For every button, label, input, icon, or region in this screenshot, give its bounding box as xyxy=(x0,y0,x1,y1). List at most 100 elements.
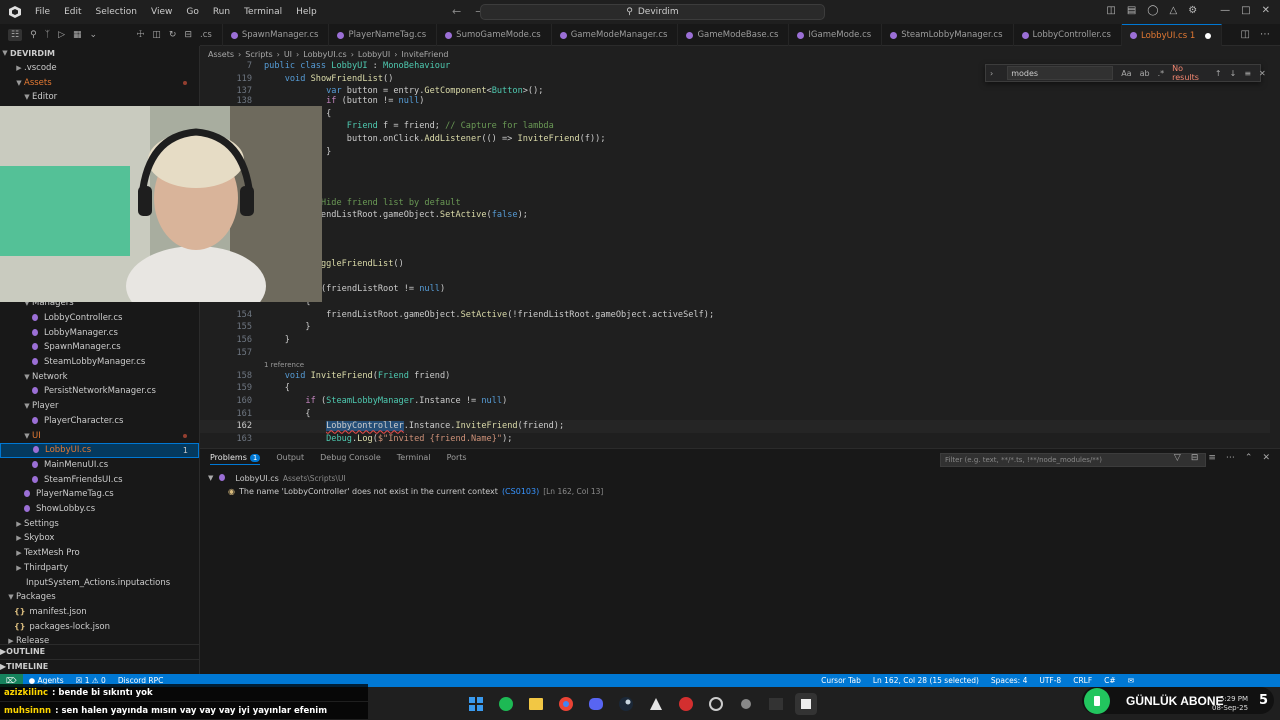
breadcrumb-item[interactable]: Scripts xyxy=(245,50,272,59)
find-input[interactable] xyxy=(1007,66,1114,80)
close-find-icon[interactable]: ✕ xyxy=(1259,69,1266,78)
gear-icon[interactable]: ⚙ xyxy=(1188,5,1197,16)
problem-code-link[interactable]: (CS0103) xyxy=(502,487,539,496)
copilot-icon[interactable]: ◯ xyxy=(1147,5,1158,16)
editor-tab[interactable]: IGameMode.cs xyxy=(789,24,883,46)
minimize-icon[interactable]: — xyxy=(1220,5,1230,16)
tab-terminal[interactable]: Terminal xyxy=(397,453,431,465)
close-panel-icon[interactable]: ✕ xyxy=(1262,453,1270,463)
breadcrumb-item[interactable]: UI xyxy=(284,50,292,59)
menu-run[interactable]: Run xyxy=(206,0,237,24)
tree-file[interactable]: {} manifest.json xyxy=(0,605,199,620)
file-explorer-icon[interactable] xyxy=(525,693,547,715)
editor-tab[interactable]: .cs xyxy=(200,24,223,46)
windows-start-icon[interactable] xyxy=(465,693,487,715)
breadcrumb-item[interactable]: LobbyUI.cs xyxy=(303,50,346,59)
tab-output[interactable]: Output xyxy=(276,453,304,465)
lightbulb-icon[interactable]: ◉ xyxy=(228,487,235,496)
tree-folder[interactable]: ▼ Player xyxy=(0,399,199,414)
github-icon[interactable] xyxy=(705,693,727,715)
cursor-app-icon[interactable] xyxy=(795,693,817,715)
discord-icon[interactable] xyxy=(585,693,607,715)
editor-tab[interactable]: GameModeBase.cs xyxy=(678,24,790,46)
collapse-all-icon[interactable]: ⊟ xyxy=(1191,453,1199,463)
maximize-icon[interactable]: □ xyxy=(1241,5,1250,16)
steam-icon[interactable] xyxy=(615,693,637,715)
back-arrow-icon[interactable]: ← xyxy=(452,5,461,18)
tree-file[interactable]: PlayerNameTag.cs xyxy=(0,487,199,502)
collapse-all-icon[interactable]: ⊟ xyxy=(184,30,192,40)
close-icon[interactable]: ✕ xyxy=(1262,5,1270,16)
tree-folder[interactable]: ▼ Packages xyxy=(0,590,199,605)
tree-file[interactable]: LobbyManager.cs xyxy=(0,325,199,340)
code-line[interactable]: 138 if (button != null) xyxy=(200,95,1270,108)
menu-view[interactable]: View xyxy=(144,0,179,24)
search-view-icon[interactable]: ⚲ xyxy=(30,30,37,40)
find-in-selection-icon[interactable]: ≡ xyxy=(1244,69,1251,78)
editor-tab[interactable]: LobbyUI.cs 1 xyxy=(1122,24,1223,46)
problem-file-row[interactable]: ▼ LobbyUI.cs Assets\Scripts\UI xyxy=(208,473,346,483)
indentation[interactable]: Spaces: 4 xyxy=(985,676,1033,685)
extensions-icon[interactable]: ▦ xyxy=(73,30,82,40)
tree-file[interactable]: SpawnManager.cs xyxy=(0,340,199,355)
tree-folder[interactable]: ▶ Skybox xyxy=(0,531,199,546)
code-line[interactable]: 139 { xyxy=(200,108,1270,121)
problems-filter-input[interactable]: Filter (e.g. text, **/*.ts, !**/node_mod… xyxy=(940,453,1206,467)
code-line[interactable]: 155 } xyxy=(200,321,1270,334)
code-line[interactable]: 161 { xyxy=(200,408,1270,421)
new-folder-icon[interactable]: ◫ xyxy=(152,30,161,40)
cursor-tab-item[interactable]: Cursor Tab xyxy=(815,676,867,685)
editor-tab[interactable]: SumoGameMode.cs xyxy=(437,24,552,46)
system-clock[interactable]: 5:29 PM 08-Sep-25 xyxy=(1212,695,1248,713)
tree-folder[interactable]: ▶ Settings xyxy=(0,517,199,532)
tree-file[interactable]: LobbyUI.cs 1 xyxy=(0,443,199,458)
source-control-icon[interactable]: ᛉ xyxy=(45,30,50,40)
outline-section[interactable]: ▶ OUTLINE xyxy=(0,644,199,658)
more-actions-icon[interactable]: ⋯ xyxy=(1226,453,1235,463)
code-line[interactable]: 140 Friend f = friend; // Capture for la… xyxy=(200,120,1270,133)
explorer-root[interactable]: ▼ DEVIRDIM xyxy=(0,46,199,61)
regex-toggle[interactable]: .* xyxy=(1158,69,1165,78)
code-line[interactable]: 154 friendListRoot.gameObject.SetActive(… xyxy=(200,309,1270,322)
tree-file[interactable]: {} packages-lock.json xyxy=(0,619,199,634)
editor-tab[interactable]: GameModeManager.cs xyxy=(552,24,679,46)
tab-debug-console[interactable]: Debug Console xyxy=(320,453,381,465)
next-match-icon[interactable]: ↓ xyxy=(1230,69,1237,78)
tree-folder[interactable]: ▶ .vscode xyxy=(0,61,199,76)
toggle-sidebar-icon[interactable]: ◫ xyxy=(1106,5,1115,16)
app-icon[interactable] xyxy=(645,693,667,715)
tree-folder[interactable]: ▼ Editor xyxy=(0,90,199,105)
match-case-toggle[interactable]: Aa xyxy=(1121,69,1131,78)
menu-file[interactable]: File xyxy=(28,0,57,24)
code-editor[interactable]: 7 public class LobbyUI : MonoBehaviour 11… xyxy=(200,60,1280,448)
new-file-icon[interactable]: ☩ xyxy=(136,30,144,40)
tree-file[interactable]: SteamFriendsUI.cs xyxy=(0,472,199,487)
chevron-right-icon[interactable]: › xyxy=(990,69,993,78)
terminal-app-icon[interactable] xyxy=(765,693,787,715)
code-line[interactable]: 146 // Hide friend list by default xyxy=(200,197,1270,210)
record-app-icon[interactable] xyxy=(675,693,697,715)
previous-match-icon[interactable]: ↑ xyxy=(1215,69,1222,78)
code-line[interactable]: 160 if (SteamLobbyManager.Instance != nu… xyxy=(200,395,1270,408)
maximize-panel-icon[interactable]: ⌃ xyxy=(1245,453,1253,463)
tree-folder[interactable]: ▶ Thirdparty xyxy=(0,561,199,576)
menu-terminal[interactable]: Terminal xyxy=(237,0,289,24)
run-debug-icon[interactable]: ▷ xyxy=(58,30,65,40)
spotify-icon[interactable] xyxy=(495,693,517,715)
more-views-icon[interactable]: ⌄ xyxy=(90,30,98,40)
code-line[interactable]: 158 void InviteFriend(Friend friend) xyxy=(200,370,1270,383)
whole-word-toggle[interactable]: ab xyxy=(1140,69,1150,78)
menu-edit[interactable]: Edit xyxy=(57,0,88,24)
unsaved-dot-icon[interactable] xyxy=(1205,32,1212,39)
cursor-position[interactable]: Ln 162, Col 28 (15 selected) xyxy=(867,676,985,685)
breadcrumb-item[interactable]: InviteFriend xyxy=(401,50,448,59)
more-actions-icon[interactable]: ⋯ xyxy=(1260,29,1270,40)
editor-tab[interactable]: SpawnManager.cs xyxy=(223,24,330,46)
tree-file[interactable]: InputSystem_Actions.inputactions xyxy=(0,575,199,590)
breadcrumb-item[interactable]: LobbyUI xyxy=(358,50,390,59)
code-line[interactable]: 147 friendListRoot.gameObject.SetActive(… xyxy=(200,209,1270,222)
menu-help[interactable]: Help xyxy=(289,0,324,24)
line-ending[interactable]: CRLF xyxy=(1067,676,1098,685)
tree-file[interactable]: ShowLobby.cs xyxy=(0,502,199,517)
command-center[interactable]: ⚲ Devirdim xyxy=(480,4,825,20)
